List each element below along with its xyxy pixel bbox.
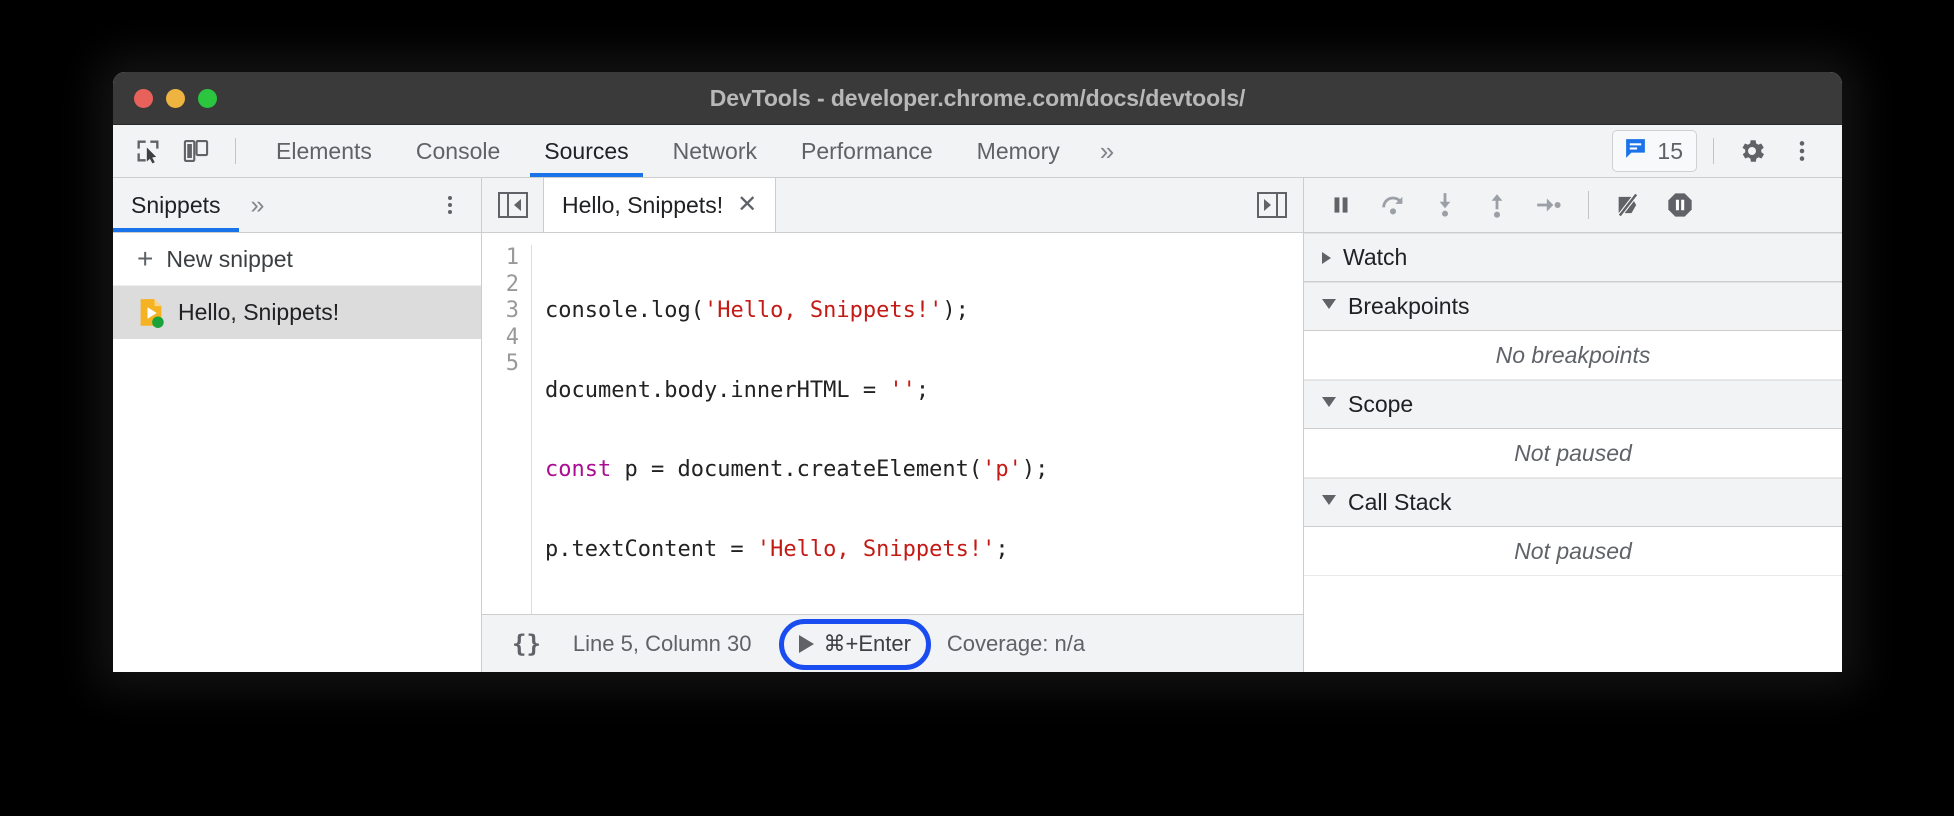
more-tabs-icon[interactable]: » xyxy=(1082,125,1132,177)
navigator-tab-snippets-label: Snippets xyxy=(131,192,221,219)
code-line: p.textContent = 'Hello, Snippets!'; xyxy=(545,537,1048,564)
line-number: 4 xyxy=(482,325,519,352)
breakpoints-empty-text: No breakpoints xyxy=(1304,331,1842,380)
chevron-down-icon xyxy=(1322,397,1336,413)
section-breakpoints[interactable]: Breakpoints xyxy=(1304,282,1842,331)
debugger-controls-toolbar xyxy=(1304,178,1842,233)
section-breakpoints-label: Breakpoints xyxy=(1348,293,1469,320)
tab-memory-label: Memory xyxy=(977,138,1060,165)
coverage-label: Coverage: n/a xyxy=(947,631,1085,657)
navigator-tabbar: Snippets » xyxy=(113,178,481,233)
tab-console-label: Console xyxy=(416,138,500,165)
code-content: console.log('Hello, Snippets!'); documen… xyxy=(532,245,1048,614)
editor-file-tab[interactable]: Hello, Snippets! ✕ xyxy=(544,178,776,232)
navigator-pane: Snippets » + xyxy=(113,178,482,672)
panel-tab-list: Elements Console Sources Network Perform… xyxy=(254,125,1132,177)
new-snippet-button[interactable]: + New snippet xyxy=(113,233,481,286)
gear-icon[interactable] xyxy=(1730,131,1774,171)
call-stack-empty-text: Not paused xyxy=(1304,527,1842,576)
step-icon[interactable] xyxy=(1526,184,1572,226)
devtools-main-toolbar: Elements Console Sources Network Perform… xyxy=(113,125,1842,178)
editor-tabbar: Hello, Snippets! ✕ xyxy=(482,178,1303,233)
snippet-list: + New snippet Hello, Snippets! xyxy=(113,233,481,672)
plus-icon: + xyxy=(137,245,153,273)
list-item[interactable]: Hello, Snippets! xyxy=(113,286,481,339)
toolbar-left-icons xyxy=(113,132,246,170)
sources-panel-body: Snippets » + xyxy=(113,178,1842,672)
chevron-right-icon xyxy=(1322,252,1331,264)
play-icon xyxy=(799,635,814,653)
pause-on-exceptions-icon[interactable] xyxy=(1657,184,1703,226)
code-line: console.log('Hello, Snippets!'); xyxy=(545,298,1048,325)
section-call-stack-label: Call Stack xyxy=(1348,489,1452,516)
cursor-position-label: Line 5, Column 30 xyxy=(573,631,752,657)
deactivate-breakpoints-icon[interactable] xyxy=(1605,184,1651,226)
tab-memory[interactable]: Memory xyxy=(955,125,1082,177)
tab-console[interactable]: Console xyxy=(394,125,522,177)
inspect-element-icon[interactable] xyxy=(129,132,167,170)
step-into-icon[interactable] xyxy=(1422,184,1468,226)
run-snippet-shortcut[interactable]: ⌘+Enter xyxy=(785,625,924,663)
section-call-stack[interactable]: Call Stack xyxy=(1304,478,1842,527)
step-out-icon[interactable] xyxy=(1474,184,1520,226)
editor-tabbar-spacer xyxy=(776,178,1241,232)
code-line: const p = document.createElement('p'); xyxy=(545,457,1048,484)
editor-status-bar: {} Line 5, Column 30 ⌘+Enter Coverage: n… xyxy=(482,614,1303,672)
scope-empty-text: Not paused xyxy=(1304,429,1842,478)
step-over-icon[interactable] xyxy=(1370,184,1416,226)
line-number-gutter: 1 2 3 4 5 xyxy=(482,245,532,614)
navigator-tab-snippets[interactable]: Snippets xyxy=(113,178,239,232)
tab-elements[interactable]: Elements xyxy=(254,125,394,177)
tab-elements-label: Elements xyxy=(276,138,372,165)
new-snippet-label: New snippet xyxy=(166,246,293,273)
section-watch-label: Watch xyxy=(1343,244,1407,271)
editor-pane: Hello, Snippets! ✕ 1 xyxy=(482,178,1304,672)
list-item-label: Hello, Snippets! xyxy=(178,299,339,326)
navigator-more-label: » xyxy=(251,191,265,219)
message-count: 15 xyxy=(1657,138,1683,165)
code-editor[interactable]: 1 2 3 4 5 console.log('Hello, Snippets!'… xyxy=(482,233,1303,614)
more-tabs-label: » xyxy=(1100,136,1114,167)
toolbar-divider xyxy=(235,138,236,164)
screenshot-root: DevTools - developer.chrome.com/docs/dev… xyxy=(0,0,1954,816)
window-titlebar: DevTools - developer.chrome.com/docs/dev… xyxy=(113,72,1842,125)
message-bubble-icon xyxy=(1623,136,1648,166)
navigator-more-options-icon[interactable] xyxy=(433,188,467,222)
line-number: 1 xyxy=(482,245,519,272)
debugger-sidebar: Watch Breakpoints No breakpoints Scope N… xyxy=(1304,178,1842,672)
window-title: DevTools - developer.chrome.com/docs/dev… xyxy=(113,85,1842,112)
devtools-window: DevTools - developer.chrome.com/docs/dev… xyxy=(113,72,1842,672)
line-number: 2 xyxy=(482,272,519,299)
show-navigator-icon[interactable] xyxy=(482,178,544,232)
line-number: 3 xyxy=(482,298,519,325)
tab-network[interactable]: Network xyxy=(651,125,779,177)
tab-network-label: Network xyxy=(673,138,757,165)
show-debugger-icon[interactable] xyxy=(1241,178,1303,232)
close-icon[interactable]: ✕ xyxy=(737,193,757,217)
debugger-toolbar-divider xyxy=(1588,191,1589,219)
line-number: 5 xyxy=(482,351,519,378)
tab-performance[interactable]: Performance xyxy=(779,125,955,177)
section-watch[interactable]: Watch xyxy=(1304,233,1842,282)
toolbar-right-divider xyxy=(1713,138,1714,164)
code-line: document.body.innerHTML = ''; xyxy=(545,378,1048,405)
pretty-print-button[interactable]: {} xyxy=(500,630,553,658)
chevron-down-icon xyxy=(1322,299,1336,315)
console-messages-badge[interactable]: 15 xyxy=(1612,130,1697,172)
run-shortcut-label: ⌘+Enter xyxy=(823,631,910,657)
tab-sources-label: Sources xyxy=(544,138,628,165)
navigator-more-tabs-icon[interactable]: » xyxy=(239,191,277,220)
tab-sources[interactable]: Sources xyxy=(522,125,650,177)
snippet-file-icon xyxy=(137,298,165,328)
section-scope-label: Scope xyxy=(1348,391,1413,418)
device-toolbar-icon[interactable] xyxy=(177,132,215,170)
more-options-icon[interactable] xyxy=(1780,131,1824,171)
section-scope[interactable]: Scope xyxy=(1304,380,1842,429)
tab-performance-label: Performance xyxy=(801,138,933,165)
toolbar-right-icons: 15 xyxy=(1612,130,1842,172)
editor-file-tab-label: Hello, Snippets! xyxy=(562,192,723,219)
pause-script-execution-icon[interactable] xyxy=(1318,184,1364,226)
chevron-down-icon xyxy=(1322,495,1336,511)
